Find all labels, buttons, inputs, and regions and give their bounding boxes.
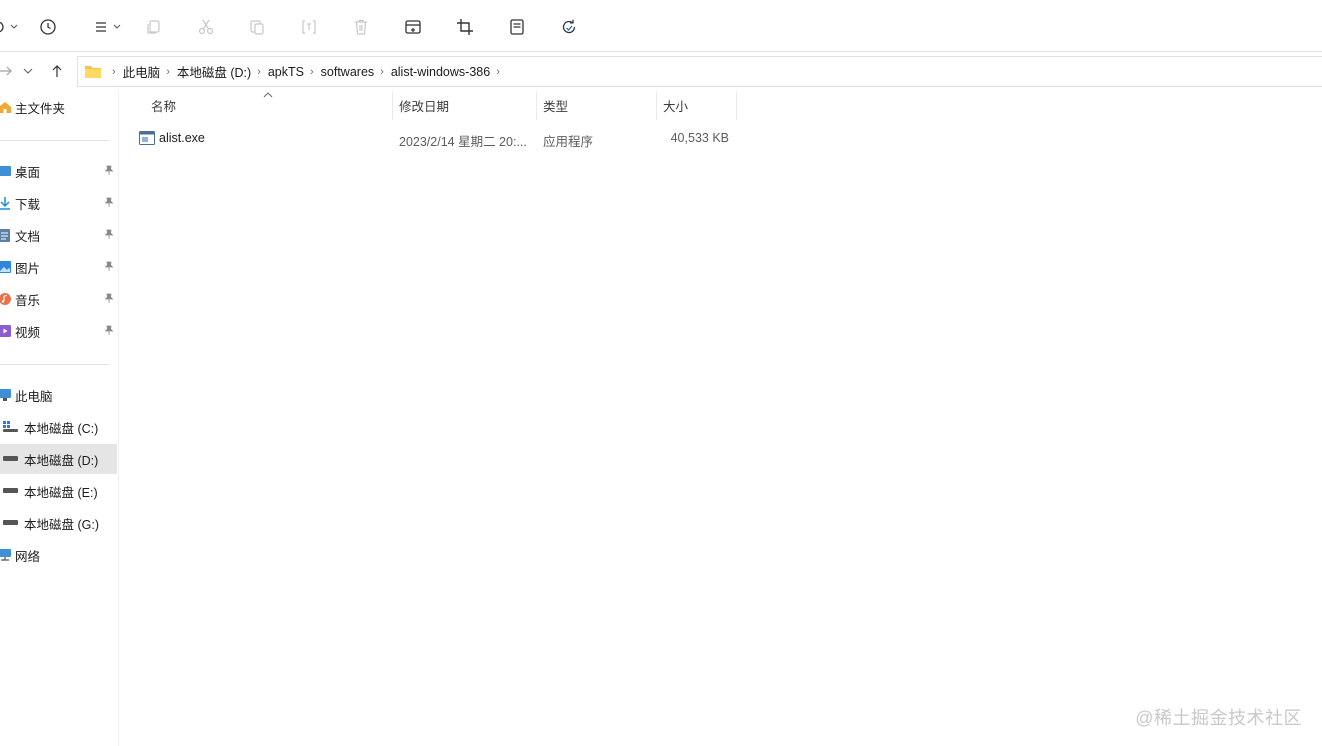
application-icon xyxy=(139,131,155,148)
sidebar-item-label: 图片 xyxy=(15,261,41,276)
recent-locations-chevron-icon[interactable] xyxy=(18,61,38,81)
breadcrumb-apkts[interactable]: apkTS xyxy=(268,65,304,79)
sidebar-item-documents[interactable]: 文档 xyxy=(0,220,117,250)
view-options-icon[interactable] xyxy=(0,13,24,41)
chevron-right-icon[interactable]: › xyxy=(257,66,261,78)
column-header-size[interactable]: 大小 xyxy=(663,90,688,120)
column-divider[interactable] xyxy=(736,92,737,120)
sidebar-item-desktop[interactable]: 桌面 xyxy=(0,156,117,186)
sidebar-item-label: 视频 xyxy=(15,325,41,340)
documents-icon xyxy=(0,228,11,242)
sidebar-item-label: 主文件夹 xyxy=(15,101,66,116)
home-icon xyxy=(0,100,11,114)
sidebar-item-label: 此电脑 xyxy=(15,389,53,404)
computer-icon xyxy=(0,388,11,402)
chevron-right-icon[interactable]: › xyxy=(496,66,500,78)
chevron-right-icon[interactable]: › xyxy=(166,66,170,78)
drive-icon xyxy=(3,516,18,530)
pin-icon[interactable] xyxy=(104,261,114,275)
music-icon xyxy=(0,292,11,306)
pin-icon[interactable] xyxy=(104,325,114,339)
sidebar-item-label: 音乐 xyxy=(15,293,41,308)
navigation-pane: 主文件夹 桌面 下载 文档 图片 音乐 视频 此电脑 本地磁盘 (C:) 本地磁… xyxy=(0,90,119,746)
sidebar-item-label: 本地磁盘 (D:) xyxy=(24,453,99,468)
sidebar-item-home[interactable]: 主文件夹 xyxy=(0,92,117,122)
pin-icon[interactable] xyxy=(104,197,114,211)
file-size: 40,533 KB xyxy=(670,131,729,145)
sidebar-item-music[interactable]: 音乐 xyxy=(0,284,117,314)
windows-drive-icon xyxy=(3,420,18,434)
drive-icon xyxy=(3,484,18,498)
command-bar xyxy=(0,0,1322,52)
file-row[interactable]: alist.exe 2023/2/14 星期二 20:... 应用程序 40,5… xyxy=(130,126,736,150)
sidebar-item-downloads[interactable]: 下载 xyxy=(0,188,117,218)
drive-icon xyxy=(3,452,18,466)
sidebar-item-label: 本地磁盘 (E:) xyxy=(24,485,98,500)
delete-icon[interactable] xyxy=(347,13,375,41)
more-options-icon[interactable] xyxy=(90,13,124,41)
up-arrow-icon[interactable] xyxy=(47,61,67,81)
forward-arrow-icon[interactable] xyxy=(0,61,16,81)
divider xyxy=(0,140,109,141)
sidebar-item-label: 本地磁盘 (G:) xyxy=(24,517,99,532)
sidebar-item-label: 下载 xyxy=(15,197,41,212)
breadcrumb-this-pc[interactable]: 此电脑 xyxy=(123,62,161,81)
rename-icon[interactable] xyxy=(295,13,323,41)
network-icon xyxy=(0,548,11,562)
pictures-icon xyxy=(0,260,11,274)
address-bar[interactable]: › 此电脑 › 本地磁盘 (D:) › apkTS › softwares › … xyxy=(77,56,1322,87)
videos-icon xyxy=(0,324,11,338)
chevron-right-icon[interactable]: › xyxy=(310,66,314,78)
file-modified: 2023/2/14 星期二 20:... xyxy=(399,135,527,149)
desktop-icon xyxy=(0,164,11,178)
download-icon xyxy=(0,196,11,210)
watermark: @稀土掘金技术社区 xyxy=(1135,708,1302,728)
address-row: › 此电脑 › 本地磁盘 (D:) › apkTS › softwares › … xyxy=(0,52,1322,90)
history-icon[interactable] xyxy=(34,13,62,41)
crop-icon[interactable] xyxy=(451,13,479,41)
column-divider[interactable] xyxy=(392,92,393,120)
column-header-type[interactable]: 类型 xyxy=(543,90,568,120)
sidebar-item-videos[interactable]: 视频 xyxy=(0,316,117,346)
sidebar-item-drive-c[interactable]: 本地磁盘 (C:) xyxy=(0,412,117,442)
open-icon[interactable] xyxy=(399,13,427,41)
column-header-modified[interactable]: 修改日期 xyxy=(399,90,449,120)
sidebar-item-label: 本地磁盘 (C:) xyxy=(24,421,99,436)
copy-icon[interactable] xyxy=(139,13,167,41)
sidebar-item-label: 桌面 xyxy=(15,165,41,180)
pin-icon[interactable] xyxy=(104,165,114,179)
sidebar-item-network[interactable]: 网络 xyxy=(0,540,117,570)
breadcrumb-drive-d[interactable]: 本地磁盘 (D:) xyxy=(177,62,251,81)
file-name[interactable]: alist.exe xyxy=(159,131,205,145)
refresh-icon[interactable] xyxy=(555,13,583,41)
column-divider[interactable] xyxy=(656,92,657,120)
sidebar-item-pictures[interactable]: 图片 xyxy=(0,252,117,282)
file-type: 应用程序 xyxy=(543,135,594,149)
breadcrumb-alist-windows-386[interactable]: alist-windows-386 xyxy=(391,65,490,79)
sidebar-item-label: 文档 xyxy=(15,229,41,244)
paste-icon[interactable] xyxy=(243,13,271,41)
sidebar-item-drive-e[interactable]: 本地磁盘 (E:) xyxy=(0,476,117,506)
pin-icon[interactable] xyxy=(104,293,114,307)
folder-icon xyxy=(84,64,102,79)
column-header-name[interactable]: 名称 xyxy=(151,90,176,120)
divider xyxy=(0,364,109,365)
chevron-right-icon[interactable]: › xyxy=(380,66,384,78)
pin-icon[interactable] xyxy=(104,229,114,243)
sidebar-item-this-pc[interactable]: 此电脑 xyxy=(0,380,117,410)
sidebar-item-label: 网络 xyxy=(15,549,41,564)
cut-icon[interactable] xyxy=(192,13,220,41)
column-divider[interactable] xyxy=(536,92,537,120)
breadcrumb-softwares[interactable]: softwares xyxy=(321,65,375,79)
sidebar-item-drive-d[interactable]: 本地磁盘 (D:) xyxy=(0,444,117,474)
properties-icon[interactable] xyxy=(503,13,531,41)
sidebar-item-drive-g[interactable]: 本地磁盘 (G:) xyxy=(0,508,117,538)
chevron-right-icon[interactable]: › xyxy=(112,66,116,78)
sort-ascending-icon xyxy=(262,88,274,102)
